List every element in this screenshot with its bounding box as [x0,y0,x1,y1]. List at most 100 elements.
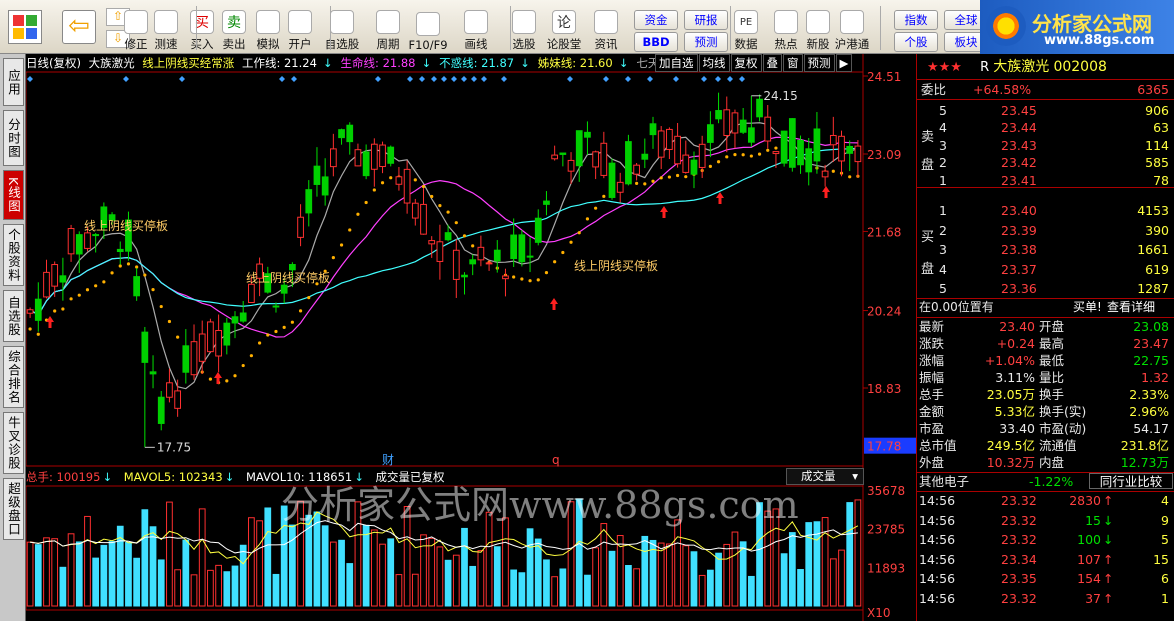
ma-dot-yellow [94,284,98,288]
view-detail-link[interactable]: 查看详细 [1107,299,1155,316]
left-tab-0[interactable]: 应用 [3,58,24,106]
left-tab-6[interactable]: 牛叉诊股 [3,412,24,474]
ma-line-label-3: 姊妹线: 21.60 ↓ [538,56,633,70]
candle-body [411,202,419,219]
small-button-4[interactable]: 指数 [894,10,938,30]
left-tab-2[interactable]: K线图 [3,170,24,220]
tick-row: 14:56 23.32 2830 ↑ 4 [917,492,1174,509]
volume-bar [461,527,468,607]
orderbook-row[interactable]: 5 23.45 906 [917,102,1174,119]
tick-time: 14:56 [919,532,956,547]
kline-chart-panel[interactable]: 24.51 23.09 21.68 20.24 18.83 17.78 35678 23785… [26,54,916,621]
signal-diamond-icon [739,76,745,82]
tick-price: 23.32 [1001,512,1037,528]
left-tab-7[interactable]: 超级盘口 [3,478,24,540]
ma-dot-yellow [69,297,73,301]
orderbook-row[interactable]: 2 23.42 585 [917,154,1174,171]
toolbar-button-forum[interactable]: 论论股堂 [544,4,584,52]
candle-body [813,128,821,162]
ma-dot-yellow [471,244,475,248]
ma-line-label-1: 生命线: 21.88 ↓ [341,56,436,70]
toolbar-button-pen[interactable]: 画线 [456,4,496,52]
volume-bar [715,552,722,607]
small-button-3[interactable]: 预测 [684,32,728,52]
volume-bar [411,573,419,607]
chart-button-4[interactable]: 窗 [783,54,803,72]
orderbook-price: 23.44 [1001,120,1037,136]
small-button-1[interactable]: 研报 [684,10,728,30]
finance-marker: 财 [382,453,394,467]
toolbar-button-clock[interactable]: 测速 [152,4,180,52]
buy-label: 盘 [921,262,935,277]
toolbar-button-news[interactable]: 资讯 [586,4,626,52]
small-button-2[interactable]: BBD [634,32,678,52]
left-tab-5[interactable]: 综合排名 [3,346,24,408]
site-logo: 分析家公式网 www.88gs.com [980,0,1174,54]
toolbar-button-label: 论股堂 [546,37,582,51]
toolbar-button-buy[interactable]: 买买入 [188,4,216,52]
signal-diamond-icon [419,76,425,82]
toolbar-button-refresh[interactable]: 修正 [122,4,150,52]
signal-diamond-icon [461,76,467,82]
toolbar-button-f10[interactable]: F10/F9 [408,4,448,52]
orderbook-row[interactable]: 3 23.38 1661 [917,241,1174,258]
volume-bar [149,526,157,607]
orderbook-row[interactable]: 3 23.43 114 [917,137,1174,154]
toolbar-button-star-list[interactable]: 自选股 [322,4,362,52]
stat-value: 33.40 [999,421,1035,436]
candle-body [666,128,673,150]
candle-body [592,151,599,168]
chart-button-6[interactable]: ▶ [835,54,853,72]
orderbook-row[interactable]: 2 23.39 390 [917,222,1174,239]
signal-diamond-icon [123,76,129,82]
candle-body [526,255,534,258]
sector-compare-link[interactable]: 同行业比较 [1089,473,1173,489]
orderbook-volume: 1287 [1137,281,1169,296]
back-button[interactable]: ⇦ [62,10,96,44]
candle-body [387,146,395,164]
toolbar-button-label: 买入 [190,37,214,51]
toolbar-button-sse-hkex[interactable]: 沪港通 [832,4,872,52]
chart-button-3[interactable]: 叠 [762,54,782,72]
chart-button-1[interactable]: 均线 [698,54,730,72]
candle-body [338,129,345,139]
position-buy-link[interactable]: 买单! [1073,299,1102,316]
candle-body [551,154,559,160]
left-tab-1[interactable]: 分时图 [3,110,24,166]
toolbar-button-hammer[interactable]: 模拟 [254,4,282,52]
kline-chart-svg[interactable]: 24.51 23.09 21.68 20.24 18.83 17.78 35678 23785… [26,54,916,621]
candle-body [26,309,34,314]
volume-bar [780,553,788,607]
toolbar-button-label: 周期 [376,37,400,51]
volume-bar [34,544,42,607]
toolbar-button-lock[interactable]: 开户 [286,4,314,52]
tick-row: 14:56 23.32 100 ↓ 5 [917,531,1174,548]
chart-button-2[interactable]: 复权 [730,54,762,72]
chart-button-5[interactable]: 预测 [803,54,835,72]
ma-dot-yellow [274,329,278,334]
left-tab-3[interactable]: 个股资料 [3,224,24,286]
tick-volume: 15 [1085,512,1101,528]
toolbar-button-period[interactable]: 周期 [368,4,408,52]
orderbook-row[interactable]: 5 23.36 1287 [917,280,1174,297]
ma-dot-yellow [290,320,294,324]
arrow-down-icon: ↓ [421,56,432,70]
volume-bar [346,563,354,607]
volume-bar [584,574,591,607]
chart-button-0[interactable]: 加自选 [655,54,698,72]
signal-diamond-icon [291,76,297,82]
orderbook-row[interactable]: 4 23.44 63 [917,119,1174,136]
left-tab-4[interactable]: 自选股 [3,290,24,342]
ma-dot-yellow [421,184,426,189]
orderbook-row[interactable]: 1 23.40 4153 [917,202,1174,219]
small-button-0[interactable]: 资金 [634,10,678,30]
orderbook-row[interactable]: 4 23.37 619 [917,261,1174,278]
stat-label: 总市值 [919,438,957,453]
tick-time: 14:56 [919,571,956,586]
last-price-label: 17.78 [867,440,901,454]
small-button-6[interactable]: 个股 [894,32,938,52]
toolbar-button-pe[interactable]: PE 数据 [726,4,766,52]
candle-body [756,98,763,118]
toolbar-button-sell[interactable]: 卖卖出 [220,4,248,52]
app-icon[interactable] [8,10,42,44]
